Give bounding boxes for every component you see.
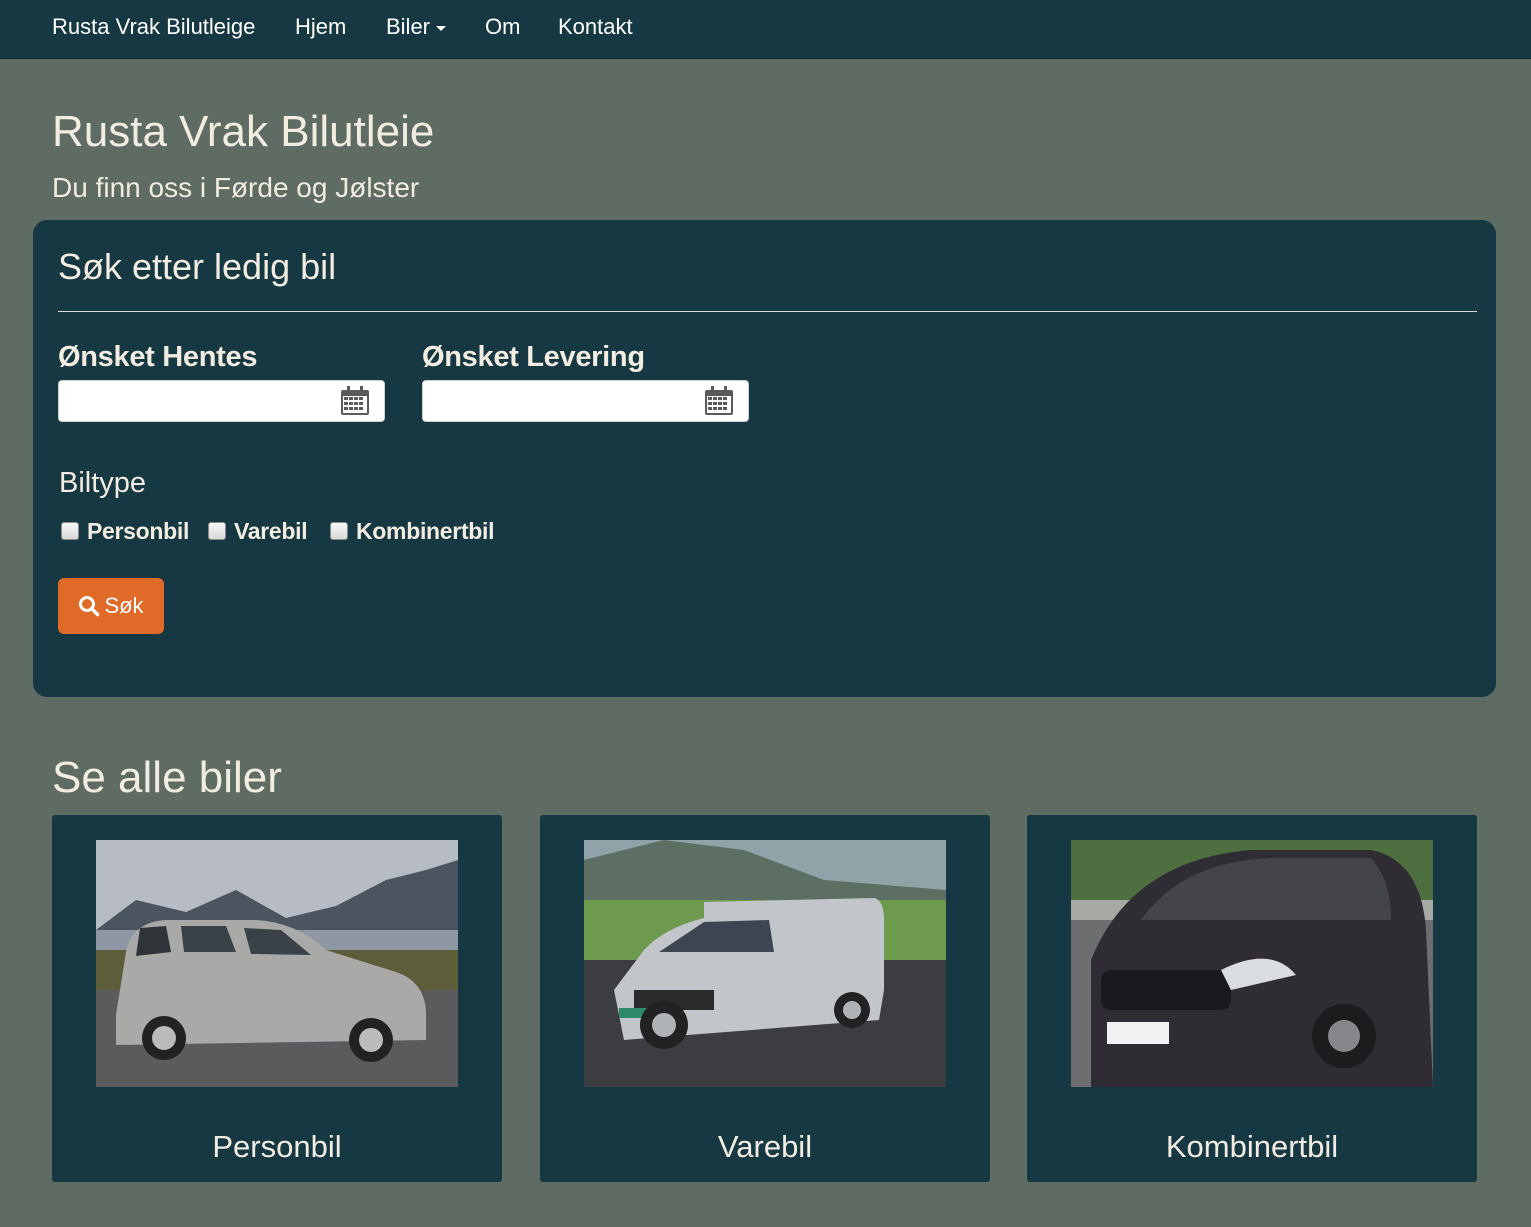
caret-down-icon: [436, 25, 447, 31]
car-card-varebil[interactable]: Varebil: [540, 815, 990, 1182]
checkbox-personbil[interactable]: Personbil: [61, 516, 189, 546]
divider: [58, 311, 1477, 312]
pickup-label: Ønsket Hentes: [58, 341, 258, 373]
biltype-label: Biltype: [59, 467, 147, 499]
return-date-field[interactable]: [422, 380, 749, 422]
search-button-label: Søk: [104, 593, 144, 618]
return-label: Ønsket Levering: [422, 341, 645, 373]
pickup-date-input[interactable]: [59, 381, 349, 421]
car-photo-personbil[interactable]: [96, 840, 458, 1087]
car-photo-kombinertbil[interactable]: [1071, 840, 1433, 1087]
nav-item-biler-label: Biler: [386, 14, 431, 39]
calendar-icon[interactable]: [340, 386, 370, 416]
search-icon: [79, 596, 100, 617]
car-card-kombinertbil[interactable]: Kombinertbil: [1027, 815, 1477, 1182]
calendar-icon[interactable]: [704, 386, 734, 416]
nav-item-hjem[interactable]: Hjem: [295, 13, 346, 41]
search-panel: Søk etter ledig bil Ønsket Hentes Ønsket…: [33, 220, 1496, 697]
return-date-input[interactable]: [423, 381, 713, 421]
nav-item-kontakt[interactable]: Kontakt: [558, 13, 633, 41]
nav-item-biler[interactable]: Biler: [386, 13, 447, 41]
top-navbar: Rusta Vrak Bilutleige Hjem Biler Om Kont…: [0, 0, 1531, 59]
checkbox-box[interactable]: [61, 522, 79, 540]
page-subtitle: Du finn oss i Førde og Jølster: [52, 172, 420, 203]
cars-section-title: Se alle biler: [52, 753, 282, 802]
nav-item-om[interactable]: Om: [485, 13, 520, 41]
checkbox-box[interactable]: [208, 522, 226, 540]
checkbox-varebil[interactable]: Varebil: [208, 516, 308, 546]
search-title: Søk etter ledig bil: [58, 246, 337, 287]
checkbox-label: Kombinertbil: [356, 517, 495, 544]
car-photo-varebil[interactable]: [584, 840, 946, 1087]
pickup-date-field[interactable]: [58, 380, 385, 422]
car-card-personbil[interactable]: Personbil: [52, 815, 502, 1182]
navbar-brand[interactable]: Rusta Vrak Bilutleige: [52, 13, 255, 41]
search-button[interactable]: Søk: [58, 578, 164, 634]
car-label: Personbil: [212, 1129, 342, 1164]
checkbox-label: Varebil: [234, 517, 308, 544]
car-label: Varebil: [717, 1129, 813, 1164]
checkbox-box[interactable]: [330, 522, 348, 540]
page-title: Rusta Vrak Bilutleie: [52, 107, 435, 156]
checkbox-kombinertbil[interactable]: Kombinertbil: [330, 516, 495, 546]
checkbox-label: Personbil: [87, 517, 190, 544]
car-label: Kombinertbil: [1165, 1129, 1339, 1164]
